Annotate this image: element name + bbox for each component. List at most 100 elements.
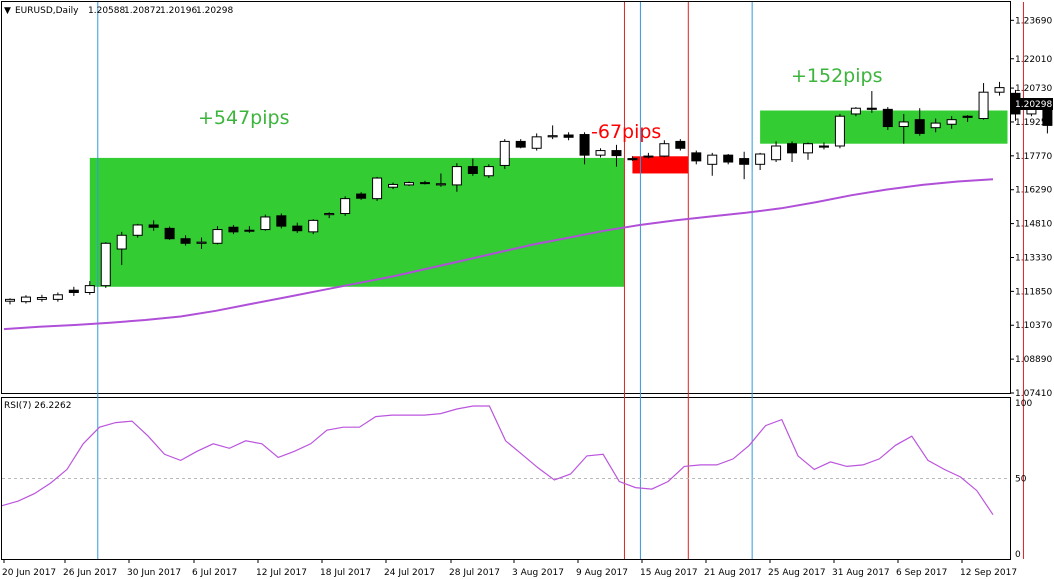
pips-label-2: -67pips: [591, 121, 661, 143]
candle-bear: [276, 215, 287, 227]
candle-bear: [787, 143, 798, 154]
chart-canvas: 1.23690 1.22010 1.20730 1.19250 1.17770 1.162…: [1, 1, 1053, 578]
candle-bear: [739, 158, 750, 165]
candle-bear: [563, 134, 574, 138]
candle-bear: [292, 225, 303, 232]
rsi-tick-label: 50: [1015, 475, 1027, 485]
candle-bull: [260, 216, 271, 231]
candle-bear: [228, 226, 239, 233]
candle-bull: [531, 136, 542, 149]
y-tick-label: 1.13330: [1015, 253, 1052, 263]
candle-bull: [771, 145, 782, 161]
candle-bull: [483, 166, 494, 177]
x-tick-label: 25 Aug 2017: [768, 568, 826, 578]
candle-bull: [196, 241, 207, 244]
candle-bear: [68, 289, 79, 294]
x-tick-label: 18 Jul 2017: [320, 568, 371, 578]
x-tick-label: 6 Sep 2017: [896, 568, 947, 578]
pips-label-3: +152pips: [791, 65, 882, 87]
pips-label-1: +547pips: [198, 107, 289, 129]
candle-bear: [148, 224, 159, 228]
y-tick-label: 1.08890: [1015, 355, 1052, 365]
candle-bear: [691, 152, 702, 162]
x-tick-label: 6 Jul 2017: [192, 568, 237, 578]
candle-bull: [803, 143, 813, 154]
candle-bull: [212, 229, 223, 244]
trade-box-1: [89, 157, 625, 287]
candle-bull: [978, 91, 989, 120]
x-tick-label: 24 Jul 2017: [384, 568, 435, 578]
x-tick-label: 9 Aug 2017: [576, 568, 628, 578]
y-tick-label: 1.16290: [1015, 186, 1052, 196]
candle-bear: [914, 119, 925, 134]
candle-bull: [388, 183, 399, 188]
candle-bull: [946, 119, 957, 125]
x-tick-label: 15 Aug 2017: [640, 568, 698, 578]
candle-bear: [419, 182, 430, 185]
chart-symbol-label: EURUSD,Daily: [15, 6, 79, 16]
x-tick-label: 12 Sep 2017: [960, 568, 1017, 578]
candle-bull: [244, 229, 255, 232]
candle-bull: [340, 198, 351, 215]
candle-bear: [515, 140, 526, 148]
x-tick-label: 20 Jun 2017: [2, 568, 56, 578]
candle-bull: [324, 213, 335, 216]
candle-bear: [627, 158, 638, 161]
candle-bear: [611, 150, 622, 157]
candle-bull: [834, 115, 845, 147]
rsi-tick-label: 0: [1015, 550, 1021, 560]
current-price-label: 1.20298: [1015, 100, 1052, 110]
y-tick-label: 1.20730: [1015, 84, 1052, 94]
ohlc-open: 1.20588: [88, 6, 125, 16]
ohlc-high: 1.20872: [124, 6, 161, 16]
ohlc-close: 1.20298: [196, 6, 233, 16]
y-tick-label: 1.10370: [1015, 321, 1052, 331]
candle-bull: [116, 234, 127, 250]
y-tick-label: 1.23690: [1015, 16, 1052, 26]
candle-bull: [84, 285, 95, 294]
candle-bull: [36, 297, 47, 300]
rsi-indicator-label: RSI(7) 26.2262: [4, 401, 71, 411]
candle-bull: [499, 140, 510, 166]
x-tick-label: 21 Aug 2017: [704, 568, 762, 578]
candle-bear: [180, 238, 191, 244]
candle-bear: [882, 108, 893, 128]
x-tick-label: 12 Jul 2017: [256, 568, 307, 578]
y-tick-label: 1.19250: [1015, 118, 1052, 128]
y-tick-label: 1.07410: [1015, 389, 1052, 399]
candle-bull: [372, 177, 383, 200]
y-tick-label: 1.11850: [1015, 287, 1052, 297]
candle-bull: [5, 298, 15, 302]
candle-bull: [404, 182, 414, 186]
candle-bull: [20, 296, 31, 303]
candle-bull: [643, 155, 654, 158]
candle-bear: [467, 166, 478, 174]
candle-bull: [308, 219, 319, 233]
candle-bull: [898, 121, 909, 128]
candle-bear: [962, 115, 973, 118]
candle-bull: [930, 122, 941, 129]
candle-bull: [595, 150, 606, 156]
candle-bear: [866, 107, 877, 110]
candle-bull: [132, 224, 143, 236]
candle-bull: [547, 135, 558, 138]
candle-bear: [579, 134, 590, 156]
candle-bull: [52, 294, 63, 300]
x-tick-label: 3 Aug 2017: [512, 568, 564, 578]
y-tick-label: 1.17770: [1015, 152, 1052, 162]
y-tick-label: 1.22010: [1015, 55, 1052, 65]
candle-bear: [356, 193, 367, 199]
candle-bull: [994, 87, 1005, 93]
candle-bear: [164, 227, 175, 240]
candle-bull: [451, 166, 462, 186]
candle-bear: [723, 154, 734, 163]
chart-window: 1.23690 1.22010 1.20730 1.19250 1.17770 1.162…: [0, 0, 1054, 579]
ohlc-low: 1.20196: [160, 6, 197, 16]
candle-bear: [818, 145, 829, 148]
chart-header-icon: ▼: [4, 6, 11, 16]
candle-bull: [435, 183, 446, 186]
x-tick-label: 31 Aug 2017: [832, 568, 890, 578]
rsi-tick-label: 100: [1015, 399, 1032, 409]
candle-bear: [675, 140, 686, 149]
y-tick-label: 1.14810: [1015, 220, 1052, 230]
